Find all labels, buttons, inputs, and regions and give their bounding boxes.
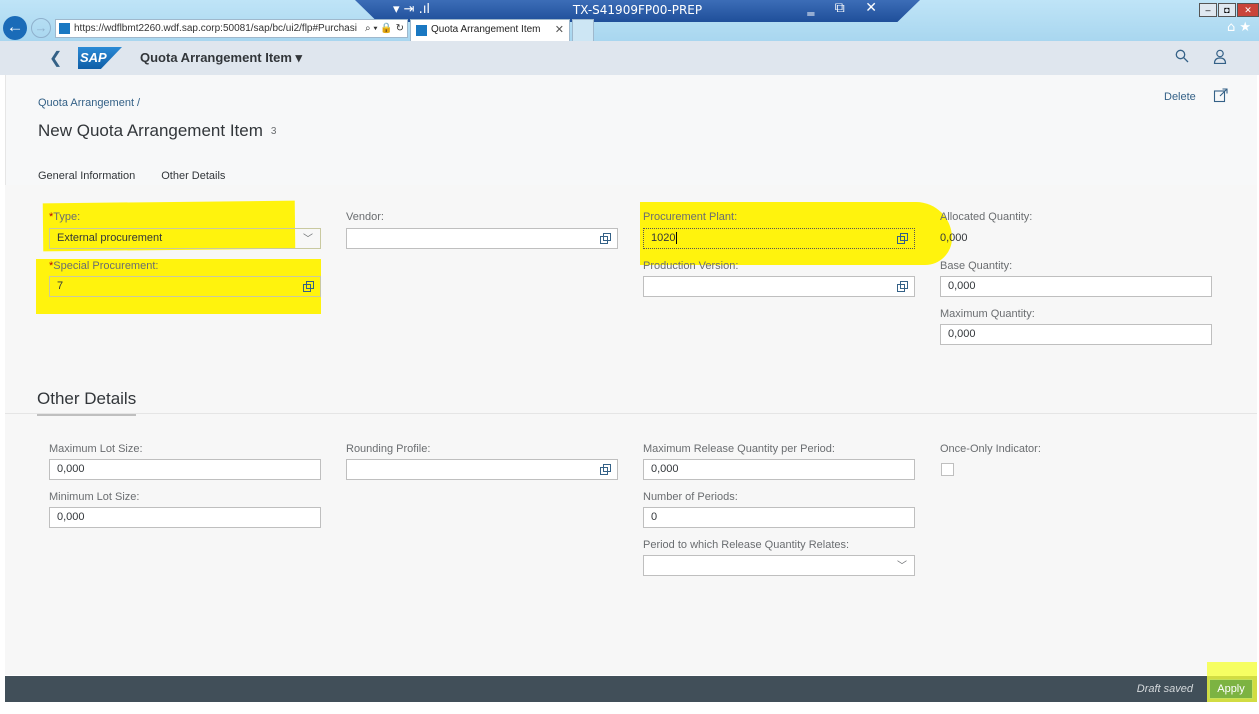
footer-toolbar: Draft saved Apply (5, 662, 1257, 702)
page-content: *Type: External procurement ﹀ *Special P… (5, 185, 1257, 675)
apply-button[interactable]: Apply (1209, 679, 1253, 699)
browser-back-icon[interactable]: ← (3, 16, 27, 40)
tab-title: Quota Arrangement Item (431, 24, 541, 35)
max-lot-size-label: Maximum Lot Size: (49, 443, 143, 455)
vendor-label: Vendor: (346, 211, 384, 223)
user-icon[interactable] (1213, 49, 1227, 67)
value-help-icon[interactable] (897, 281, 908, 292)
period-release-select[interactable]: ﹀ (643, 555, 915, 576)
sap-logo: SAP (78, 47, 122, 69)
type-select[interactable]: External procurement ﹀ (49, 228, 321, 249)
maximum-quantity-input[interactable]: 0,000 (940, 324, 1212, 345)
delete-button[interactable]: Delete (1164, 91, 1196, 103)
rounding-profile-label: Rounding Profile: (346, 443, 431, 455)
base-quantity-input[interactable]: 0,000 (940, 276, 1212, 297)
min-lot-size-label: Minimum Lot Size: (49, 491, 140, 503)
nav-back-icon[interactable]: ❮ (49, 48, 62, 68)
value-help-icon[interactable] (897, 233, 908, 244)
close-window-icon[interactable]: ✕ (1237, 3, 1259, 17)
browser-forward-icon[interactable]: → (31, 18, 51, 38)
type-label: *Type: (49, 211, 81, 223)
other-details-title: Other Details (37, 389, 137, 416)
new-tab-button[interactable] (572, 19, 594, 41)
chevron-down-icon[interactable]: ﹀ (897, 557, 907, 576)
min-lot-size-input[interactable]: 0,000 (49, 507, 321, 528)
tab-favicon-icon (416, 25, 427, 36)
chevron-down-icon[interactable]: ﹀ (303, 230, 313, 249)
value-help-icon[interactable] (303, 281, 314, 292)
production-version-input[interactable] (643, 276, 915, 297)
browser-tab[interactable]: Quota Arrangement Item ✕ (410, 19, 570, 41)
tab-close-icon[interactable]: ✕ (555, 20, 564, 40)
base-quantity-label: Base Quantity: (940, 260, 1013, 272)
type-value: External procurement (57, 232, 163, 244)
object-page-header: Quota Arrangement / New Quota Arrangemen… (5, 75, 1257, 189)
vendor-input[interactable] (346, 228, 618, 249)
address-bar[interactable]: https://wdflbmt2260.wdf.sap.corp:50081/s… (55, 19, 408, 38)
allocated-quantity-label: Allocated Quantity: (940, 211, 1033, 223)
maximum-quantity-label: Maximum Quantity: (940, 308, 1035, 320)
home-star-icons[interactable]: ⌂ ★ (1227, 20, 1251, 35)
breadcrumb[interactable]: Quota Arrangement / (38, 97, 140, 109)
address-tools-icon[interactable]: ⌕ ▾ 🔒 ↻ (365, 20, 404, 37)
browser-chrome: ▾ ⇥ .ıl TX-S41909FP00-PREP ‗ ⧉ ✕ ← → htt… (0, 0, 1259, 42)
allocated-quantity-value: 0,000 (940, 232, 968, 244)
draft-status: Draft saved (1136, 683, 1193, 695)
production-version-label: Production Version: (643, 260, 739, 272)
max-release-qty-input[interactable]: 0,000 (643, 459, 915, 480)
section-divider (5, 413, 1257, 414)
remote-window-controls[interactable]: ‗ ⧉ ✕ (807, 0, 885, 16)
anchor-tabs: General Information Other Details (38, 166, 251, 189)
search-icon[interactable] (1175, 49, 1189, 66)
special-procurement-value: 7 (57, 280, 64, 292)
page-title-text: New Quota Arrangement Item (38, 121, 263, 140)
max-release-qty-label: Maximum Release Quantity per Period: (643, 443, 835, 455)
minimize-icon[interactable]: ‒ (1199, 3, 1217, 17)
page-title: New Quota Arrangement Item 3 (38, 121, 276, 141)
procurement-plant-input[interactable]: 1020 (643, 228, 915, 249)
restore-icon[interactable]: ◘ (1218, 3, 1236, 17)
favicon-icon (59, 23, 70, 34)
title-count: 3 (270, 126, 277, 138)
number-of-periods-input[interactable]: 0 (643, 507, 915, 528)
value-help-icon[interactable] (600, 464, 611, 475)
procurement-plant-label: Procurement Plant: (643, 211, 738, 223)
procurement-plant-value: 1020 (651, 232, 676, 244)
app-title-menu[interactable]: Quota Arrangement Item ▾ (140, 50, 302, 66)
shell-bar: ❮ SAP Quota Arrangement Item ▾ (0, 41, 1259, 75)
number-of-periods-label: Number of Periods: (643, 491, 738, 503)
rounding-profile-input[interactable] (346, 459, 618, 480)
bottom-strip (0, 702, 1259, 714)
address-url: https://wdflbmt2260.wdf.sap.corp:50081/s… (74, 23, 357, 34)
window-controls: ‒ ◘ ✕ (1198, 0, 1259, 17)
max-lot-size-input[interactable]: 0,000 (49, 459, 321, 480)
period-release-label: Period to which Release Quantity Relates… (643, 539, 850, 551)
value-help-icon[interactable] (600, 233, 611, 244)
text-cursor (676, 232, 678, 244)
share-icon[interactable] (1213, 87, 1229, 103)
special-procurement-input[interactable]: 7 (49, 276, 321, 297)
special-procurement-label: *Special Procurement: (49, 260, 159, 272)
once-only-checkbox[interactable] (941, 463, 954, 476)
once-only-label: Once-Only Indicator: (940, 443, 1041, 455)
